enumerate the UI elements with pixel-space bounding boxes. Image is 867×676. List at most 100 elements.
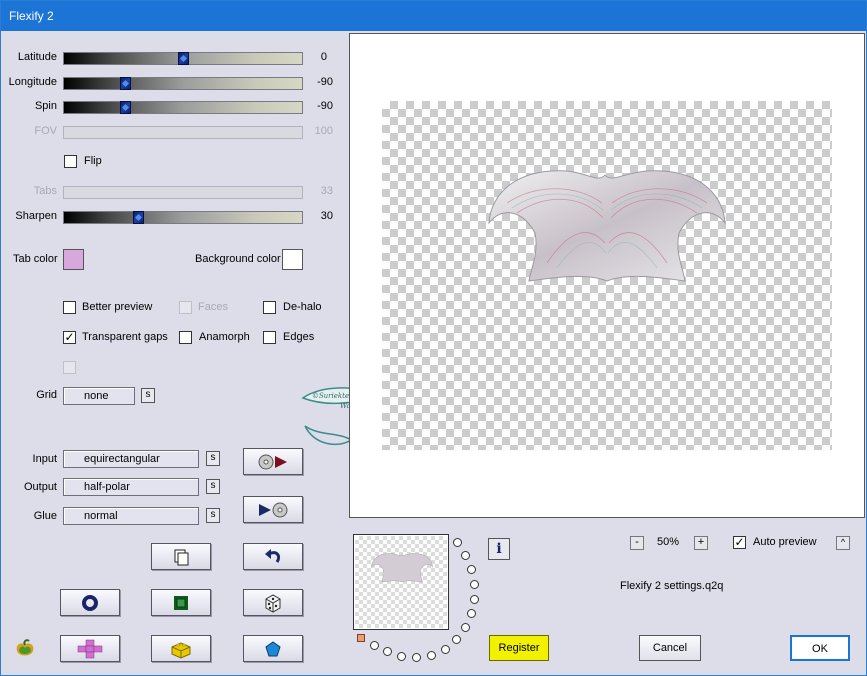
faces-label: Faces [198,301,228,313]
tab-color-swatch[interactable] [63,249,84,270]
cancel-button[interactable]: Cancel [639,635,701,661]
better-preview-checkbox[interactable] [63,301,76,314]
nav-dot[interactable] [441,645,450,654]
fov-label: FOV [34,125,57,137]
tabs-label: Tabs [33,185,57,197]
save-settings-button[interactable] [243,496,303,523]
green-frame-icon [174,595,188,610]
spin-thumb[interactable] [120,101,131,114]
nav-dot[interactable] [470,595,479,604]
nav-dot[interactable] [452,635,461,644]
flip-checkbox[interactable] [64,155,77,168]
load-settings-button[interactable] [243,448,303,475]
sharpen-thumb[interactable] [133,211,144,224]
zoom-value: 50% [657,536,680,548]
collapse-arrow-button[interactable]: ^ [836,536,850,550]
ok-button[interactable]: OK [790,635,850,661]
navigator-preview-image [371,553,433,583]
glue-label: Glue [33,510,57,522]
longitude-label: Longitude [8,76,57,88]
undo-button[interactable] [243,543,303,570]
title-bar: Flexify 2 [1,1,866,31]
nav-dot[interactable] [461,623,470,632]
flip-label: Flip [84,155,102,167]
nav-dot[interactable] [470,580,479,589]
flaming-pear-logo-icon[interactable] [11,637,39,661]
preview-canvas[interactable] [382,101,832,450]
brick-button[interactable] [151,635,211,662]
output-s-button[interactable]: s [206,479,220,494]
copy-button[interactable] [151,543,211,570]
nav-dot[interactable] [467,609,476,618]
tabs-slider [63,186,303,199]
info-button[interactable]: i [488,538,510,560]
extra-checkbox [63,361,76,374]
fov-value: 100 [314,125,333,137]
latitude-slider[interactable] [63,52,303,65]
nav-dot[interactable] [467,565,476,574]
play-disc-icon [259,502,288,517]
fov-slider [63,126,303,139]
background-color-swatch[interactable] [282,249,303,270]
undo-arrow-icon [265,548,281,563]
gem-button[interactable] [243,635,303,662]
longitude-value: -90 [317,76,333,88]
edges-checkbox[interactable] [263,331,276,344]
transparent-gaps-label: Transparent gaps [82,331,168,343]
plus-button[interactable] [60,635,120,662]
sharpen-label: Sharpen [15,210,57,222]
de-halo-label: De-halo [283,301,322,313]
nav-dot[interactable] [383,647,392,656]
nav-dot[interactable] [397,652,406,661]
zoom-out-button[interactable]: - [630,536,644,550]
navigator-canvas [355,536,447,628]
pink-cross-icon [77,639,103,658]
tab-color-label: Tab color [13,253,58,265]
input-s-button[interactable]: s [206,451,220,466]
flexify-window: Flexify 2 Latitude 0 Longitude -90 Spin … [0,0,867,676]
faces-checkbox [179,301,192,314]
zoom-in-button[interactable]: + [694,536,708,550]
glue-select[interactable]: normal [63,507,199,525]
sharpen-value: 30 [320,210,333,222]
spin-slider[interactable] [63,101,303,114]
output-label: Output [23,481,57,493]
nav-dot[interactable] [461,551,470,560]
ring-button[interactable] [60,589,120,616]
register-button[interactable]: Register [489,635,549,661]
output-select[interactable]: half-polar [63,478,199,496]
nav-dot[interactable] [412,653,421,662]
copy-pages-icon [174,549,189,565]
preview-image [488,170,726,282]
nav-dot[interactable] [453,538,462,547]
random-button[interactable] [243,589,303,616]
disc-play-icon [258,454,287,469]
dialog-client: Latitude 0 Longitude -90 Spin -90 FOV 10… [1,31,866,675]
navigator-thumbnail[interactable] [353,534,449,630]
latitude-thumb[interactable] [178,52,189,65]
de-halo-checkbox[interactable] [263,301,276,314]
grid-label: Grid [36,389,57,401]
latitude-label: Latitude [17,51,57,63]
glue-s-button[interactable]: s [206,508,220,523]
input-select[interactable]: equirectangular [63,450,199,468]
grid-s-button[interactable]: s [141,388,155,403]
sharpen-slider[interactable] [63,211,303,224]
ring-icon [82,594,98,611]
nav-dot[interactable] [370,641,379,650]
settings-filename: Flexify 2 settings.q2q [620,580,724,592]
transparent-gaps-checkbox[interactable]: ✓ [63,331,76,344]
auto-preview-checkbox[interactable]: ✓ [733,536,746,549]
longitude-thumb[interactable] [120,77,131,90]
longitude-slider[interactable] [63,77,303,90]
navigator-handle[interactable] [357,634,365,642]
preview-pane[interactable] [349,33,865,518]
nav-dot[interactable] [427,651,436,660]
grid-select[interactable]: none [63,387,135,405]
anamorph-checkbox[interactable] [179,331,192,344]
frame-button[interactable] [151,589,211,616]
dice-icon [265,593,281,613]
background-color-label: Background color [195,253,281,265]
latitude-value: 0 [320,51,327,63]
blue-pentagon-icon [265,640,281,656]
